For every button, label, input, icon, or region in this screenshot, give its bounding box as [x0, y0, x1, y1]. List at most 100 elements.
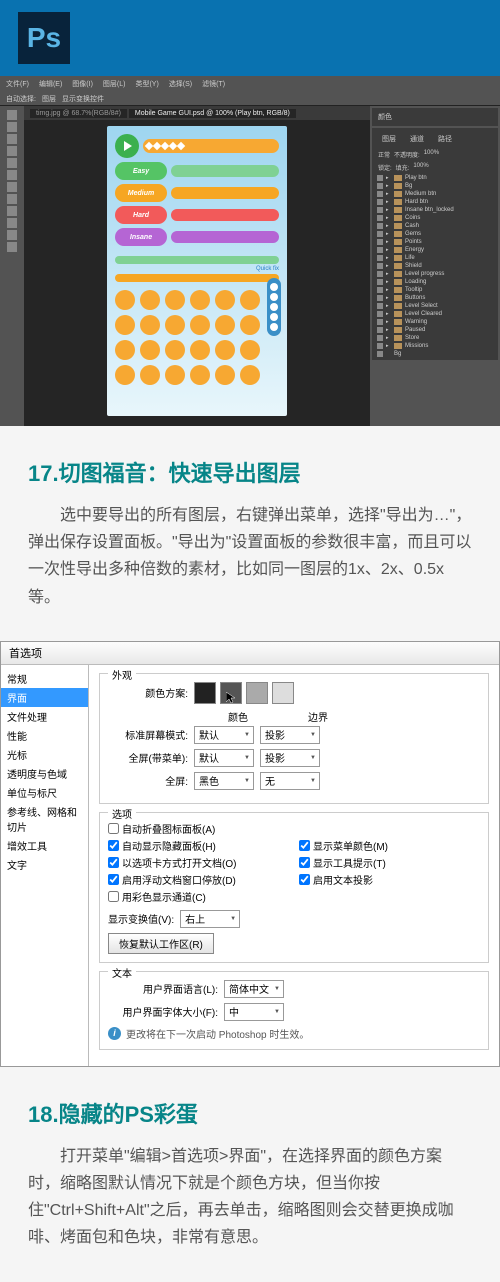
- layer-item[interactable]: ▸Loading: [374, 278, 496, 286]
- transform-dropdown[interactable]: 右上: [180, 910, 240, 928]
- prefs-sidebar-item[interactable]: 参考线、网格和切片: [1, 802, 88, 836]
- panel-tab-layers[interactable]: 图层: [378, 132, 400, 146]
- visibility-icon[interactable]: [377, 191, 383, 197]
- prefs-sidebar-item[interactable]: 界面: [1, 688, 88, 707]
- prefs-sidebar-item[interactable]: 文字: [1, 855, 88, 874]
- menu-item[interactable]: 选择(S): [169, 79, 192, 89]
- menu-item[interactable]: 滤镜(T): [202, 79, 225, 89]
- layer-item[interactable]: ▸Life: [374, 254, 496, 262]
- tool-icon[interactable]: [7, 218, 17, 228]
- layer-item[interactable]: ▸Warning: [374, 318, 496, 326]
- visibility-icon[interactable]: [377, 183, 383, 189]
- visibility-icon[interactable]: [377, 255, 383, 261]
- layer-item[interactable]: ▸Energy: [374, 246, 496, 254]
- prefs-sidebar-item[interactable]: 常规: [1, 669, 88, 688]
- tool-icon[interactable]: [7, 206, 17, 216]
- prefs-sidebar-item[interactable]: 光标: [1, 745, 88, 764]
- layer-item[interactable]: ▸Paused: [374, 326, 496, 334]
- opt-checkbox-label[interactable]: 显示变换控件: [62, 94, 104, 104]
- visibility-icon[interactable]: [377, 199, 383, 205]
- checkbox-input[interactable]: [299, 857, 310, 868]
- layer-item[interactable]: ▸Medium btn: [374, 190, 496, 198]
- swatch-medium-light[interactable]: [246, 682, 268, 704]
- visibility-icon[interactable]: [377, 287, 383, 293]
- checkbox-input[interactable]: [108, 857, 119, 868]
- visibility-icon[interactable]: [377, 247, 383, 253]
- layer-item[interactable]: Bg: [374, 350, 496, 358]
- visibility-icon[interactable]: [377, 223, 383, 229]
- layer-item[interactable]: ▸Coins: [374, 214, 496, 222]
- swatch-light[interactable]: [272, 682, 294, 704]
- layer-item[interactable]: ▸Store: [374, 334, 496, 342]
- document-tab-active[interactable]: Mobile Game GUI.psd @ 100% (Play btn, RG…: [129, 109, 296, 118]
- tool-icon[interactable]: [7, 170, 17, 180]
- checkbox-input[interactable]: [299, 840, 310, 851]
- prefs-sidebar-item[interactable]: 单位与标尺: [1, 783, 88, 802]
- checkbox-input[interactable]: [108, 874, 119, 885]
- prefs-sidebar-item[interactable]: 文件处理: [1, 707, 88, 726]
- layer-item[interactable]: ▸Hard btn: [374, 198, 496, 206]
- tool-icon[interactable]: [7, 122, 17, 132]
- full-color-dropdown[interactable]: 黑色: [194, 772, 254, 790]
- prefs-sidebar-item[interactable]: 透明度与色域: [1, 764, 88, 783]
- checkbox-option[interactable]: 用彩色显示通道(C): [108, 889, 480, 904]
- opt-value[interactable]: 图层: [42, 94, 56, 104]
- layer-item[interactable]: ▸Missions: [374, 342, 496, 350]
- standard-color-dropdown[interactable]: 默认: [194, 726, 254, 744]
- checkbox-option[interactable]: 自动显示隐藏面板(H): [108, 838, 289, 853]
- ui-lang-dropdown[interactable]: 简体中文: [224, 980, 284, 998]
- checkbox-input[interactable]: [108, 840, 119, 851]
- panel-tab-paths[interactable]: 路径: [434, 132, 456, 146]
- layer-item[interactable]: ▸Level Cleared: [374, 310, 496, 318]
- visibility-icon[interactable]: [377, 239, 383, 245]
- tool-icon[interactable]: [7, 242, 17, 252]
- checkbox-option[interactable]: 自动折叠图标面板(A): [108, 821, 480, 836]
- layer-item[interactable]: ▸Level Select: [374, 302, 496, 310]
- tool-icon[interactable]: [7, 182, 17, 192]
- visibility-icon[interactable]: [377, 175, 383, 181]
- full-border-dropdown[interactable]: 无: [260, 772, 320, 790]
- layer-item[interactable]: ▸Insane btn_locked: [374, 206, 496, 214]
- menu-item[interactable]: 文件(F): [6, 79, 29, 89]
- visibility-icon[interactable]: [377, 207, 383, 213]
- visibility-icon[interactable]: [377, 327, 383, 333]
- layer-item[interactable]: ▸Gems: [374, 230, 496, 238]
- panel-tab-channels[interactable]: 通道: [406, 132, 428, 146]
- layer-item[interactable]: ▸Points: [374, 238, 496, 246]
- ui-font-dropdown[interactable]: 中: [224, 1003, 284, 1021]
- visibility-icon[interactable]: [377, 295, 383, 301]
- tool-icon[interactable]: [7, 146, 17, 156]
- document-tab[interactable]: timg.jpg @ 68.7%(RGB/8#): [30, 109, 127, 118]
- visibility-icon[interactable]: [377, 279, 383, 285]
- opacity-value[interactable]: 100%: [424, 150, 439, 159]
- visibility-icon[interactable]: [377, 335, 383, 341]
- layer-item[interactable]: ▸Buttons: [374, 294, 496, 302]
- swatch-dark[interactable]: [194, 682, 216, 704]
- layer-item[interactable]: ▸Tooltip: [374, 286, 496, 294]
- visibility-icon[interactable]: [377, 311, 383, 317]
- visibility-icon[interactable]: [377, 215, 383, 221]
- fullmenu-color-dropdown[interactable]: 默认: [194, 749, 254, 767]
- tool-icon[interactable]: [7, 230, 17, 240]
- checkbox-input[interactable]: [108, 823, 119, 834]
- menu-item[interactable]: 类型(Y): [135, 79, 158, 89]
- canvas-document[interactable]: Easy Medium Hard Insane Quick fix: [107, 126, 287, 416]
- panel-tab-color[interactable]: 颜色: [374, 110, 496, 124]
- tool-icon[interactable]: [7, 158, 17, 168]
- standard-border-dropdown[interactable]: 投影: [260, 726, 320, 744]
- checkbox-option[interactable]: 显示菜单颜色(M): [299, 838, 480, 853]
- checkbox-option[interactable]: 启用文本投影: [299, 872, 480, 887]
- checkbox-option[interactable]: 显示工具提示(T): [299, 855, 480, 870]
- checkbox-input[interactable]: [108, 891, 119, 902]
- blend-mode[interactable]: 正常: [378, 150, 390, 159]
- visibility-icon[interactable]: [377, 303, 383, 309]
- tool-icon[interactable]: [7, 194, 17, 204]
- menu-item[interactable]: 图像(I): [72, 79, 93, 89]
- visibility-icon[interactable]: [377, 271, 383, 277]
- checkbox-option[interactable]: 启用浮动文档窗口停放(D): [108, 872, 289, 887]
- layer-item[interactable]: ▸Level progress: [374, 270, 496, 278]
- layer-item[interactable]: ▸Play btn: [374, 174, 496, 182]
- fullmenu-border-dropdown[interactable]: 投影: [260, 749, 320, 767]
- menu-item[interactable]: 编辑(E): [39, 79, 62, 89]
- tool-icon[interactable]: [7, 134, 17, 144]
